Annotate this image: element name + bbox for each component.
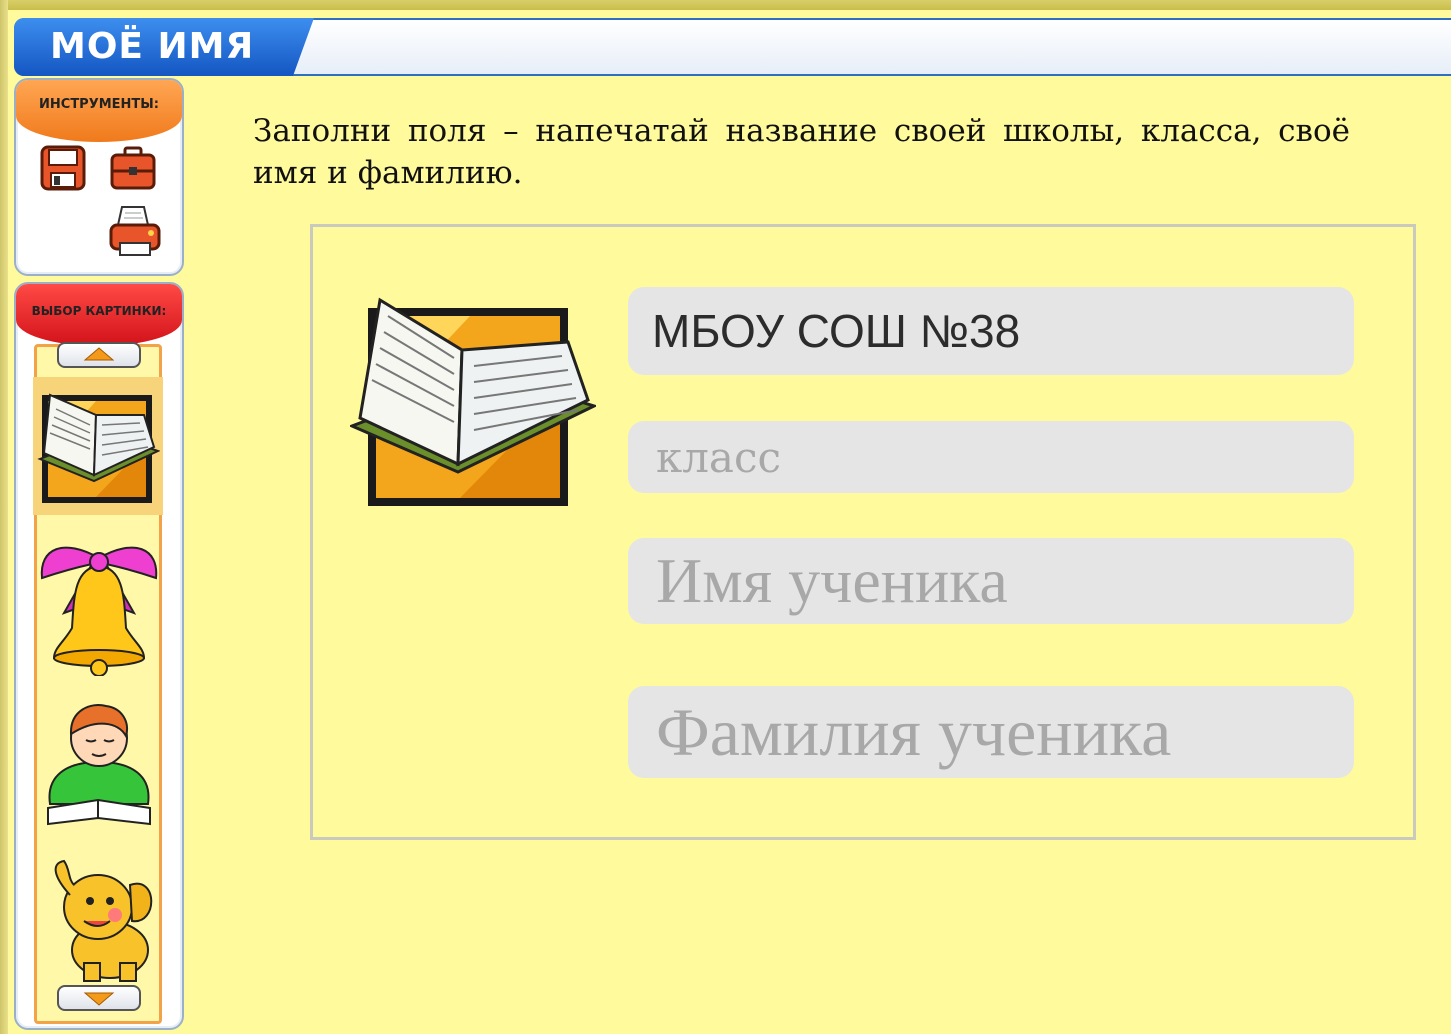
- elephant-icon[interactable]: [40, 855, 158, 985]
- school-field[interactable]: [628, 287, 1354, 375]
- tools-panel-title: ИНСТРУМЕНТЫ:: [39, 97, 159, 112]
- boy-reading-icon[interactable]: [36, 696, 162, 836]
- bell-with-bow-icon[interactable]: [34, 538, 164, 676]
- picture-panel-title: ВЫБОР КАРТИНКИ:: [31, 304, 167, 318]
- open-book-icon[interactable]: [36, 385, 160, 509]
- class-field[interactable]: [628, 421, 1354, 493]
- instruction-text: Заполни поля – напечатай название своей …: [253, 113, 1350, 191]
- tools-panel-header: ИНСТРУМЕНТЫ:: [16, 80, 182, 142]
- arrow-up-icon: [83, 347, 115, 361]
- briefcase-icon[interactable]: [110, 145, 156, 191]
- student-surname-field[interactable]: [628, 686, 1354, 778]
- scroll-up-button[interactable]: [57, 342, 141, 368]
- top-border: [0, 0, 1451, 10]
- arrow-down-icon: [83, 992, 115, 1006]
- page-title: МОЁ ИМЯ: [50, 26, 255, 67]
- printer-icon[interactable]: [108, 205, 162, 259]
- floppy-disk-icon[interactable]: [40, 145, 86, 191]
- open-book-icon: [350, 297, 596, 506]
- scroll-down-button[interactable]: [57, 985, 141, 1011]
- left-border: [0, 0, 8, 1034]
- student-name-field[interactable]: [628, 538, 1354, 624]
- picture-panel-header: ВЫБОР КАРТИНКИ:: [16, 284, 182, 346]
